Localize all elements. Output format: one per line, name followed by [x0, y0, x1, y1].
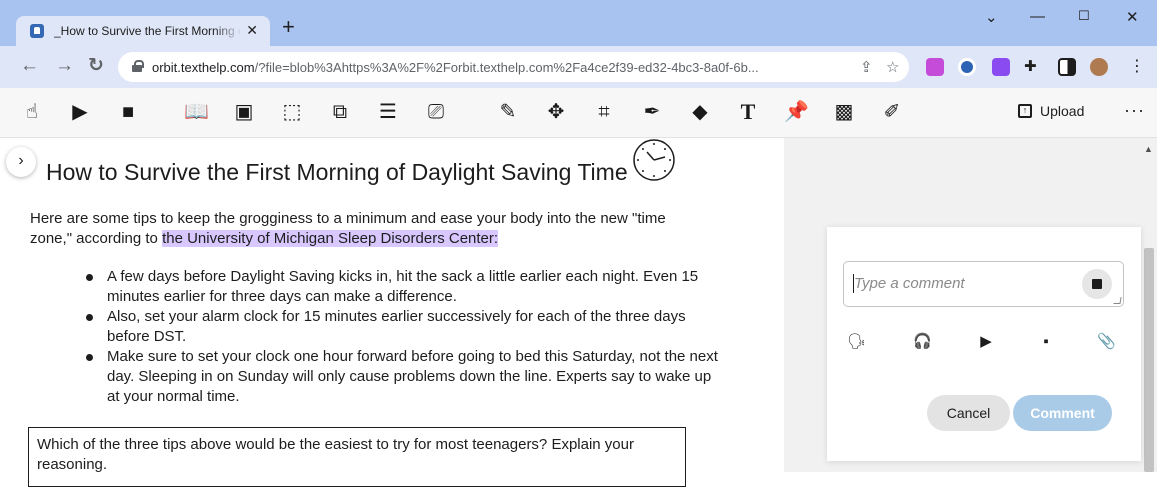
scrollbar-thumb[interactable] [1144, 248, 1154, 472]
texthelp-favicon-icon [30, 24, 44, 38]
extensions-puzzle-icon[interactable]: ✚ [1024, 58, 1042, 76]
clock-icon [633, 139, 675, 181]
browser-tab[interactable]: _How to Survive the First Morning of Day… [16, 16, 270, 46]
comment-button[interactable]: Comment [1013, 395, 1112, 431]
comment-input[interactable]: Type a comment [843, 261, 1124, 307]
comment-card: Type a comment 🗣 🎧 ▶ ▪ 📎 Cancel Comment [827, 227, 1141, 461]
sidebar-toggle-chevron-icon[interactable]: › [6, 147, 36, 177]
more-options-icon[interactable]: ··· [1124, 100, 1145, 121]
upload-icon: ↑ [1018, 104, 1032, 118]
eraser-icon[interactable]: ◆ [688, 100, 712, 124]
back-arrow-icon[interactable]: ← [20, 56, 39, 76]
move-icon[interactable]: ✥ [544, 100, 568, 124]
add-image-icon[interactable]: ▩ [832, 100, 856, 124]
hover-speech-hand-icon[interactable]: ☝ [20, 100, 44, 124]
browser-tab-strip: _How to Survive the First Morning of Day… [0, 0, 1157, 46]
picture-dictionary-icon[interactable]: ▣ [232, 100, 256, 124]
extension-puzzle-purple-icon[interactable] [926, 58, 944, 76]
reload-icon[interactable]: ↻ [88, 56, 104, 76]
list-icon[interactable]: ☰ [376, 100, 400, 124]
presentation-icon[interactable]: ⎚ [424, 100, 448, 124]
reader-toolbar: ☝ ▶ ■ 📖 ▣ ⬚ ⧉ ☰ ⎚ ✎ ✥ ⌗ ✒ ◆ T 📌 ▩ ✐ ↑ Up… [0, 88, 1157, 138]
comment-stop-icon[interactable] [1082, 269, 1112, 299]
list-item: A few days before Daylight Saving kicks … [84, 267, 724, 307]
screenshot-reader-icon[interactable]: ⬚ [280, 100, 304, 124]
extension-purple-icon[interactable] [992, 58, 1010, 76]
lock-icon [132, 60, 144, 72]
upload-label: Upload [1040, 103, 1085, 119]
list-item: Also, set your alarm clock for 15 minute… [84, 307, 724, 347]
profile-avatar[interactable] [1090, 58, 1108, 76]
url-text: orbit.texthelp.com/?file=blob%3Ahttps%3A… [152, 60, 759, 75]
bookmark-star-icon[interactable]: ☆ [886, 58, 899, 76]
headphones-icon[interactable]: 🎧 [913, 333, 932, 351]
question-box: Which of the three tips above would be t… [28, 427, 686, 487]
play-icon[interactable]: ▶ [68, 100, 92, 124]
new-tab-button[interactable]: + [282, 16, 295, 38]
resize-handle-icon[interactable] [1113, 297, 1122, 304]
texthelp-extension-icon[interactable] [958, 58, 976, 76]
cancel-button[interactable]: Cancel [927, 395, 1010, 431]
image-icon[interactable]: ▪ [1037, 333, 1055, 351]
forward-arrow-icon[interactable]: → [55, 56, 74, 76]
pen-icon[interactable]: ✒ [640, 100, 664, 124]
address-bar-row: ← → ↻ orbit.texthelp.com/?file=blob%3Aht… [0, 46, 1157, 88]
dictionary-book-icon[interactable]: 📖 [184, 100, 209, 124]
upload-button[interactable]: ↑ Upload [1018, 103, 1084, 119]
voice-note-icon[interactable]: 🗣 [847, 333, 866, 351]
highlighter-icon[interactable]: ✎ [496, 100, 520, 124]
list-item: Make sure to set your clock one hour for… [84, 347, 724, 407]
scroll-up-arrow-icon[interactable]: ▲ [1144, 144, 1153, 154]
play-video-icon[interactable]: ▶ [977, 333, 995, 351]
minimize-button[interactable]: — [1030, 8, 1045, 25]
annotate-pen-icon[interactable]: ✐ [880, 100, 904, 124]
highlighted-source-link[interactable]: the University of Michigan Sleep Disorde… [162, 230, 499, 247]
share-icon[interactable]: ⇪ [860, 58, 873, 76]
side-panel-icon[interactable] [1058, 58, 1076, 76]
shape-icon[interactable]: ⌗ [592, 100, 616, 124]
attachment-paperclip-icon[interactable]: 📎 [1097, 333, 1116, 351]
maximize-button[interactable]: ☐ [1078, 8, 1090, 24]
tips-list: A few days before Daylight Saving kicks … [84, 267, 724, 407]
stop-icon[interactable]: ■ [116, 100, 140, 124]
page-title: How to Survive the First Morning of Dayl… [46, 159, 628, 185]
browser-menu-icon[interactable]: ⋮ [1128, 58, 1146, 76]
url-bar[interactable]: orbit.texthelp.com/?file=blob%3Ahttps%3A… [118, 52, 909, 82]
text-tool-icon[interactable]: T [736, 100, 760, 124]
intro-paragraph: Here are some tips to keep the groggines… [30, 210, 666, 247]
close-tab-icon[interactable]: ✕ [246, 22, 258, 39]
tab-search-chevron-icon[interactable]: ⌄ [985, 8, 998, 26]
close-window-button[interactable]: ✕ [1126, 8, 1139, 26]
tab-title: _How to Survive the First Morning of Day… [54, 24, 242, 38]
translate-icon[interactable]: ⧉ [328, 100, 352, 124]
comment-placeholder: Type a comment [854, 275, 965, 292]
pin-icon[interactable]: 📌 [784, 100, 809, 124]
